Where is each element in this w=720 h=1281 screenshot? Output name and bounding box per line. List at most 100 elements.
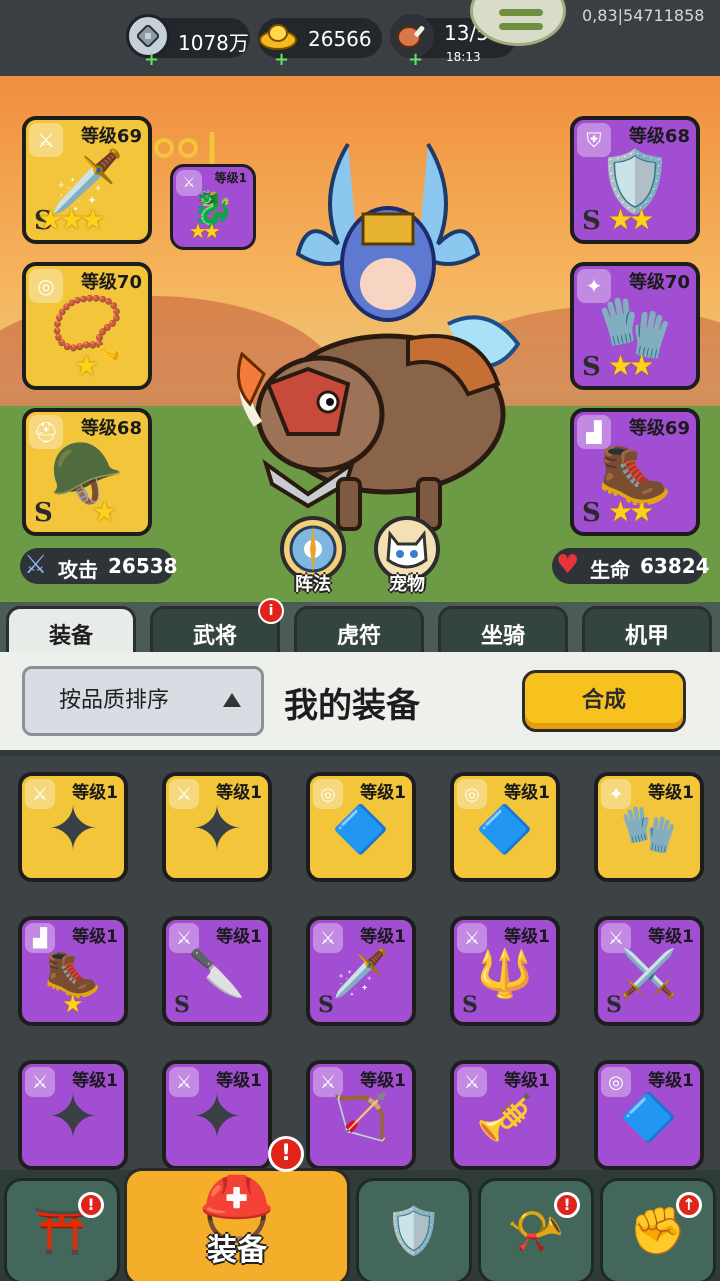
triangle-up-icon [223,693,241,707]
silver-resource[interactable]: + 1078万 [126,14,250,70]
silver-value: 1078万 [178,31,249,55]
crossed-swords-icon: ⚔️ [620,946,678,1001]
equipped-helmet-slot[interactable]: ⛑ 等级68 🪖 S ★ [22,408,152,536]
upgrade-arrow-badge: ↑ [676,1192,702,1218]
menu-icon-line [499,23,543,30]
pendant-icon: 🔷 [476,802,534,857]
star-rating: ★★ [608,349,654,382]
nav-city[interactable]: ⛩️ [4,1178,120,1281]
curved-blade-icon: 🔪 [188,946,246,1001]
inventory-item[interactable]: ⚔ 等级1 🔪 S [162,916,272,1026]
tab-mecha[interactable]: 机甲 [582,606,712,656]
ice-helmet-icon: 🪖 [49,439,125,510]
formation-button[interactable]: 阵法 [280,516,346,595]
hp-stat: ♥ 生命 63824 [552,548,710,584]
inventory-item[interactable]: ⚔ 等级1 ✦ [162,772,272,882]
menu-icon [499,9,543,16]
merge-button[interactable]: 合成 [522,670,686,732]
attack-value: 26538 [108,554,178,578]
inventory-item[interactable]: ✦ 等级1 🧤 [594,772,704,882]
item-grade: S [582,352,601,382]
attack-label: 攻击 [58,558,98,582]
nav-battle[interactable]: 🛡️ [356,1178,472,1281]
inventory-item[interactable]: ⚔ 等级1 ✦ [162,1060,272,1170]
add-stamina-icon[interactable]: + [408,49,423,70]
notification-badge: ! [78,1192,104,1218]
item-grade: S [174,992,190,1018]
equipped-bracer-slot[interactable]: ✦ 等级70 🧤 S ★★ [570,262,700,390]
pet-button[interactable]: 宠物 [374,516,440,595]
item-level: 等级1 [504,927,550,947]
nav-upgrade[interactable]: ✊ [600,1178,716,1281]
inventory-item[interactable]: ▟ 等级1 🥾 ★ [18,916,128,1026]
notification-badge: ! [554,1192,580,1218]
tab-tiger-seal[interactable]: 虎符 [294,606,424,656]
stamina-timer: 18:13 [446,50,481,64]
inventory-item[interactable]: ⚔ 等级1 🎺 [450,1060,560,1170]
item-level: 等级70 [80,272,142,293]
item-level: 等级1 [72,927,118,947]
add-gold-icon[interactable]: + [274,49,289,70]
panel-title: 我的装备 [284,686,420,726]
sort-dropdown[interactable]: 按品质排序 [22,666,264,736]
nav-equipment-label: 装备 [207,1233,267,1268]
game-screen: + 1078万 + 26566 + 13/50 18:13 0,83|54711… [0,0,720,1281]
inventory-item[interactable]: ⚔ 等级1 🔱 S [450,916,560,1026]
item-grade: S [582,206,601,236]
item-level: 等级1 [214,171,247,185]
item-grade: S [318,992,334,1018]
inventory-item[interactable]: ◎ 等级1 🔷 [450,772,560,882]
inventory-item[interactable]: ⚔ 等级1 🏹 [306,1060,416,1170]
item-level: 等级69 [80,126,142,147]
star-rating: ★★★ [38,203,105,236]
linked-pet-slot[interactable]: ⚔ 等级1 🐉 ★★ [170,164,256,250]
flute-icon: 🎺 [476,1090,534,1145]
attack-stat: ⚔ 攻击 26538 [20,548,178,584]
inventory-item[interactable]: ◎ 等级1 🔷 [306,772,416,882]
chain-link-icon [154,132,215,164]
gold-resource[interactable]: + 26566 [258,18,382,70]
equipped-weapon-slot[interactable]: ⚔ 等级69 🗡️ S ★★★ [22,116,152,244]
equipped-armor-slot[interactable]: ⛨ 等级68 🛡️ S ★★ [570,116,700,244]
item-level: 等级1 [360,783,406,803]
item-level: 等级1 [648,783,694,803]
inventory-item[interactable]: ⚔ 等级1 ✦ [18,772,128,882]
item-level: 等级1 [360,927,406,947]
inventory-item[interactable]: ⚔ 等级1 ✦ [18,1060,128,1170]
crossbow-icon: 🏹 [332,1090,390,1145]
equipment-panel-header: 按品质排序 我的装备 合成 [0,652,720,756]
item-level: 等级70 [628,272,690,293]
shuriken-icon: ✦ [47,792,99,866]
hero-character[interactable] [228,134,528,554]
item-level: 等级69 [628,418,690,439]
inventory-grid: ⚔ 等级1 ✦ ⚔ 等级1 ✦ ◎ 等级1 🔷 ◎ 等级1 🔷 ✦ 等级1 🧤 ▟ 等级1 🥾 ★ ⚔ 等级1 🔪 S ⚔ 等级… [0,756,720,1176]
heart-icon: ♥ [556,550,580,580]
nav-equipment[interactable]: ⛑️ 装备 [124,1168,350,1281]
hp-value: 63824 [640,554,710,578]
item-level: 等级68 [80,418,142,439]
resource-bar: + 1078万 + 26566 + 13/50 18:13 0,83|54711… [0,0,720,76]
inventory-item[interactable]: ◎ 等级1 🔷 [594,1060,704,1170]
hp-label: 生命 [590,558,630,582]
item-level: 等级1 [360,1071,406,1091]
item-grade: S [462,992,478,1018]
star-rating: ★ [74,349,99,382]
tab-mount[interactable]: 坐骑 [438,606,568,656]
item-grade: S [606,992,622,1018]
ice-sword-icon: 🗡️ [332,946,390,1001]
equipped-amulet-slot[interactable]: ◎ 等级70 📿 ★ [22,262,152,390]
bottom-navigation: ⛩️ ! ⛑️ 装备 ! 🛡️ 📯 ! ✊ ↑ [0,1136,720,1281]
item-level: 等级1 [216,927,262,947]
inventory-item[interactable]: ⚔ 等级1 ⚔️ S [594,916,704,1026]
nav-recruit[interactable]: 📯 [478,1178,594,1281]
item-level: 等级1 [648,927,694,947]
equipped-boots-slot[interactable]: ▟ 等级69 🥾 S ★★ [570,408,700,536]
inventory-item[interactable]: ⚔ 等级1 🗡️ S [306,916,416,1026]
pendant-icon: 🔷 [620,1090,678,1145]
coordinate-readout: 0,83|54711858 [582,6,705,25]
star-rating: ★★ [189,219,221,243]
tab-equipment[interactable]: 装备 [6,606,136,656]
pendant-icon: 🔷 [332,802,390,857]
add-silver-icon[interactable]: + [144,49,159,70]
item-grade: S [582,498,601,528]
